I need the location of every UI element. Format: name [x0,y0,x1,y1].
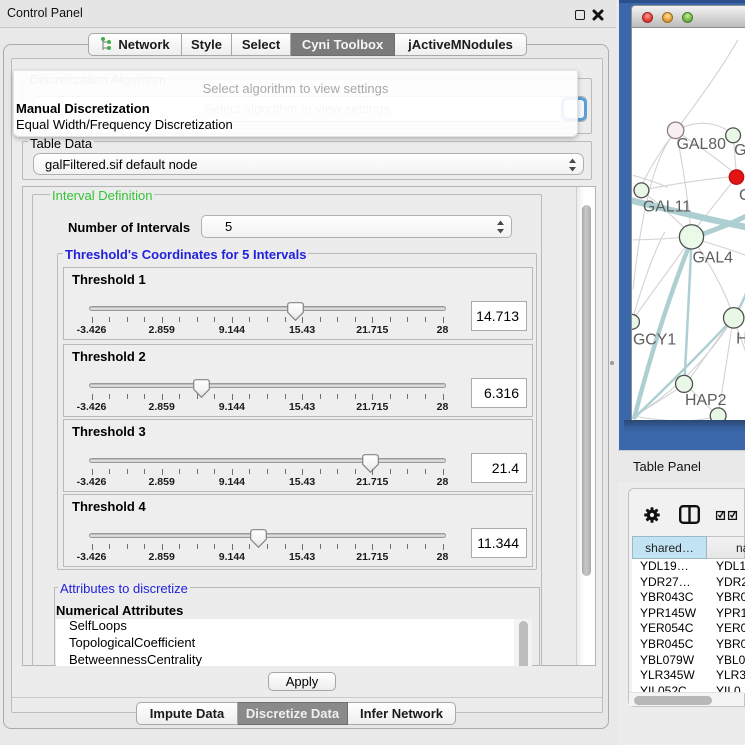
svg-text:GA: GA [734,142,745,159]
svg-text:HAP2: HAP2 [685,392,727,409]
svg-text:GAL11: GAL11 [643,199,691,216]
svg-text:GAL80: GAL80 [677,136,727,153]
svg-text:H: H [736,330,745,347]
svg-text:C: C [739,187,745,204]
svg-text:GAL4: GAL4 [692,250,733,267]
svg-text:GCY1: GCY1 [633,331,676,348]
